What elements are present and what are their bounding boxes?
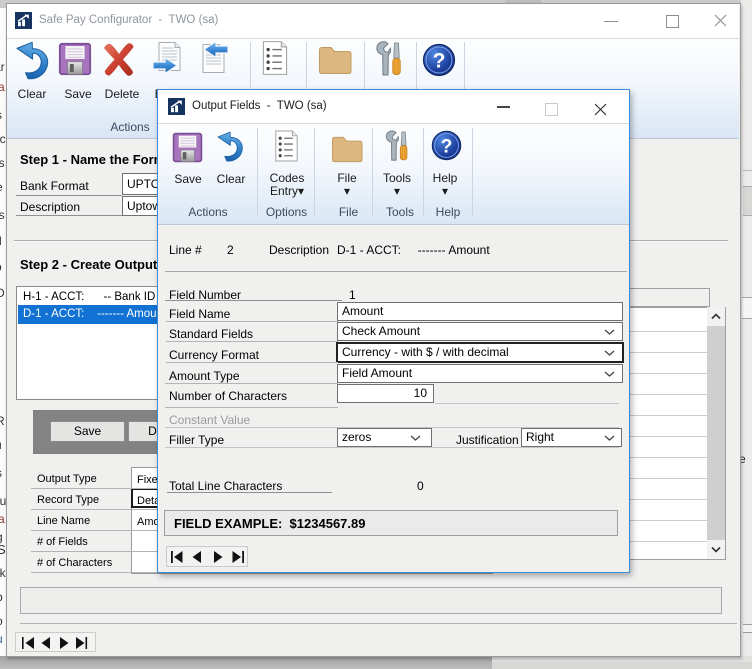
svg-text:?: ? xyxy=(433,50,446,73)
svg-text:?: ? xyxy=(441,136,453,157)
